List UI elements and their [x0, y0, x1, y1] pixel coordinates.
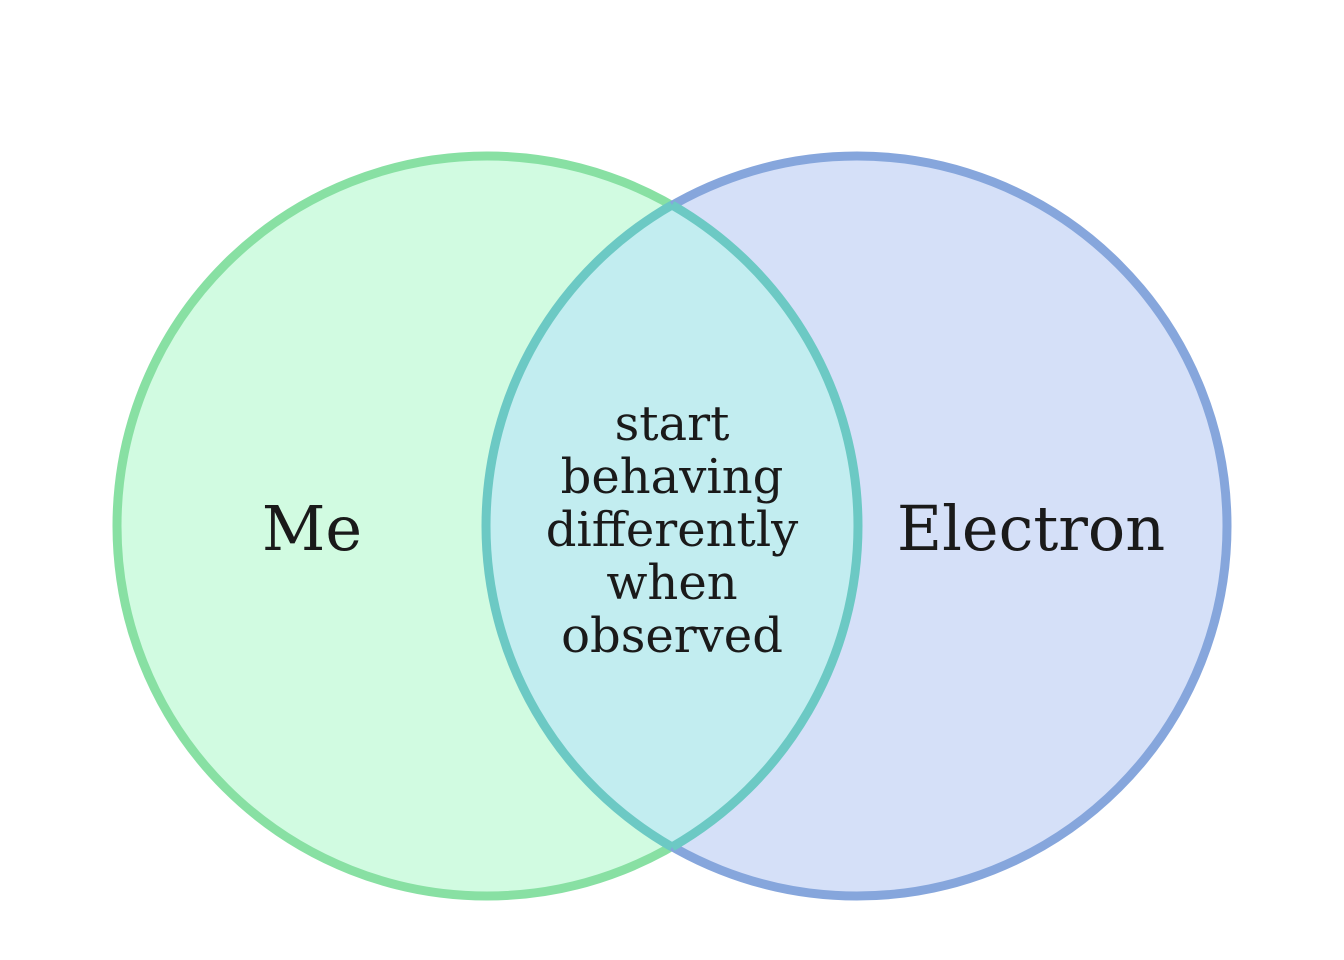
- set-me-label: Me: [262, 492, 362, 565]
- intersection-label-line: start: [615, 396, 730, 452]
- intersection-label-line: differently: [546, 502, 799, 558]
- set-electron-label: Electron: [897, 492, 1165, 565]
- intersection-label-line: observed: [561, 608, 783, 664]
- intersection-label-line: behaving: [561, 449, 784, 505]
- venn-diagram: Me Electron start behaving differently w…: [112, 151, 1232, 901]
- intersection-label-line: when: [606, 555, 737, 611]
